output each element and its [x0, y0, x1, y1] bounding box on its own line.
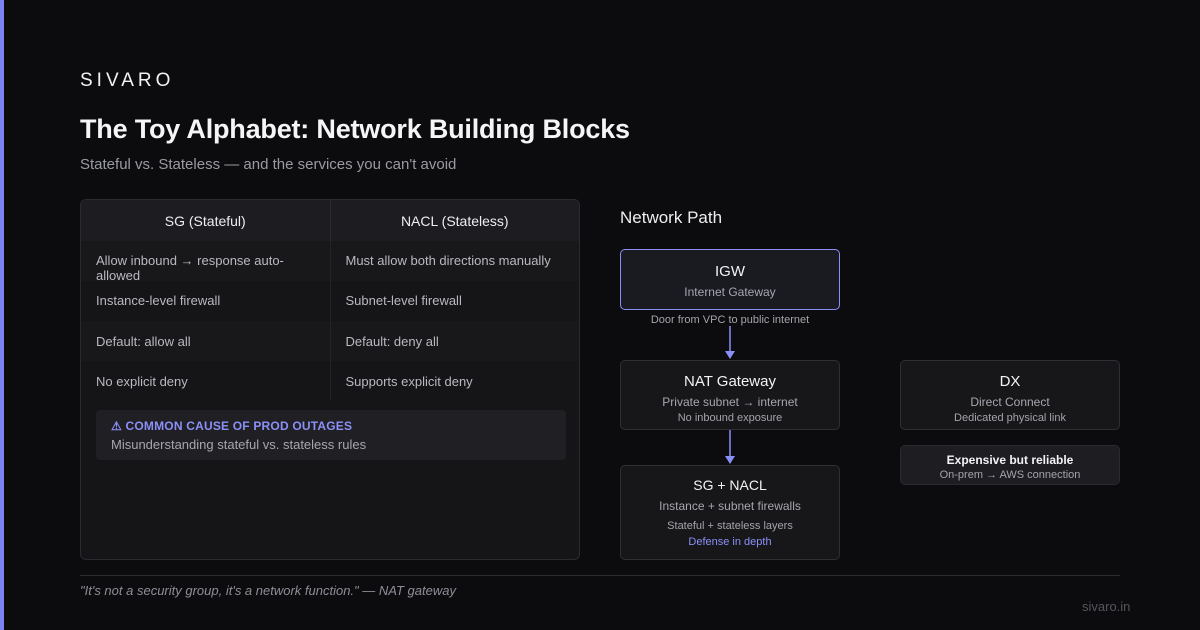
table-cell: Default: deny all: [329, 321, 579, 361]
table-row: Allow inbound → response auto-allowed Mu…: [81, 241, 579, 281]
network-path-title: Network Path: [620, 208, 723, 227]
dx-node: DX Direct Connect Dedicated physical lin…: [900, 360, 1120, 430]
footer-domain: sivaro.in: [1082, 599, 1131, 614]
sg-sub: Instance + subnet firewalls: [659, 499, 801, 513]
header-nacl: NACL (Stateless): [329, 200, 580, 241]
table-cell: Supports explicit deny: [329, 361, 579, 401]
igw-caption: Door from VPC to public internet: [650, 314, 810, 326]
warning-body: Misunderstanding stateful vs. stateless …: [111, 437, 367, 452]
arrow-nat-to-sg: [725, 430, 735, 464]
igw-name: IGW: [715, 263, 745, 280]
sg-accent: Defense in depth: [688, 536, 772, 548]
accent-bar: [0, 0, 4, 630]
note-sub: On-prem → AWS connection: [939, 469, 1081, 481]
nat-gateway-node: NAT Gateway Private subnet → internet No…: [620, 360, 840, 430]
warning-title: ⚠ COMMON CAUSE OF PROD OUTAGES: [111, 419, 353, 433]
nat-sub2: No inbound exposure: [677, 412, 783, 424]
footer-quote: "It's not a security group, it's a netwo…: [80, 583, 456, 598]
brand-logo: SIVARO: [80, 70, 175, 91]
table-cell: Instance-level firewall: [81, 281, 330, 321]
note-name: Expensive but reliable: [946, 453, 1074, 467]
igw-sub: Internet Gateway: [684, 285, 776, 299]
table-header: SG (Stateful) NACL (Stateless): [81, 200, 579, 241]
warning-callout: ⚠ COMMON CAUSE OF PROD OUTAGES Misunders…: [96, 410, 566, 460]
nat-name: NAT Gateway: [684, 373, 776, 390]
dx-name: DX: [999, 373, 1021, 390]
sg-nacl-node: SG + NACL Instance + subnet firewalls St…: [620, 465, 840, 560]
arrow-igw-to-nat: [725, 326, 735, 359]
sg-sub2: Stateful + stateless layers: [667, 520, 793, 532]
table-cell: No explicit deny: [81, 361, 330, 401]
comparison-table: SG (Stateful) NACL (Stateless) Allow inb…: [80, 199, 580, 560]
table-row: Instance-level firewall Subnet-level fir…: [81, 281, 579, 321]
header-sg: SG (Stateful): [164, 212, 246, 229]
table-cell: Subnet-level firewall: [329, 281, 579, 321]
table-row: No explicit deny Supports explicit deny: [81, 361, 579, 401]
page-subtitle: Stateful vs. Stateless — and the service…: [80, 156, 457, 173]
page-title: The Toy Alphabet: Network Building Block…: [80, 114, 630, 144]
nat-sub: Private subnet → internet: [662, 395, 798, 409]
table-cell: Default: allow all: [81, 321, 330, 361]
sg-name: SG + NACL: [693, 477, 767, 493]
table-cell: Must allow both directions manually: [329, 241, 579, 281]
igw-node: IGW Internet Gateway: [620, 249, 840, 310]
dx-note: Expensive but reliable On-prem → AWS con…: [900, 445, 1120, 485]
table-cell: Allow inbound → response auto-allowed: [81, 241, 330, 281]
dx-sub2: Dedicated physical link: [954, 412, 1066, 424]
table-row: Default: allow all Default: deny all: [81, 321, 579, 361]
dx-sub: Direct Connect: [970, 395, 1050, 409]
footer-divider: [80, 575, 1120, 576]
